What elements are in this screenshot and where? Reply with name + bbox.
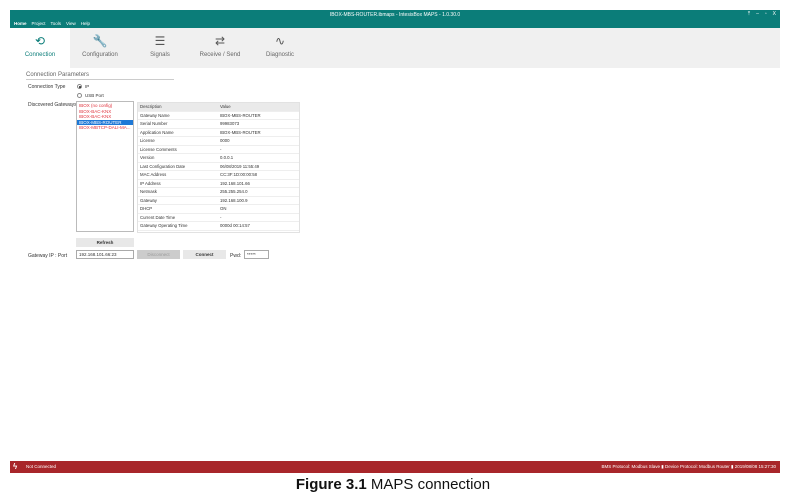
cell-description: License Comments <box>140 146 177 152</box>
connection-type-label: Connection Type <box>28 84 66 90</box>
cell-value: 192.168.100.9 <box>220 197 248 203</box>
tab-label: Connection <box>24 52 56 58</box>
cell-value: IBOX-MBS-ROUTER <box>220 112 261 118</box>
upload-icon[interactable]: ⤒ <box>748 11 750 17</box>
discovered-gateways-label: Discovered Gateways <box>28 102 77 108</box>
table-row: Last Configuration Date 06/08/2019 11:55:… <box>138 163 299 171</box>
cell-value: 255.255.254.0 <box>220 189 248 194</box>
menu-project[interactable]: Project <box>32 21 46 26</box>
tab-diagnostic[interactable]: ∿ Diagnostic <box>250 28 310 68</box>
cell-description: Gateway Operating Time <box>140 223 188 228</box>
figure-caption: Figure 3.1 MAPS connection <box>0 476 786 493</box>
table-row: Version 0.0.0.1 <box>138 154 299 163</box>
wrench-icon: 🔧 <box>92 34 108 48</box>
cell-value: 192.168.101.66 <box>220 180 250 186</box>
cell-value: CC:3F:1D:00:00:58 <box>220 172 258 177</box>
table-row: Gateway Operating Time 0000d 00:14:57 <box>138 222 299 231</box>
cell-description: Gateway Name <box>140 112 170 118</box>
cell-value: ON <box>220 206 227 211</box>
table-row: License Comments - <box>138 146 299 154</box>
menu-view[interactable]: View <box>66 21 76 26</box>
password-label: Pwd: <box>230 253 242 259</box>
table-row: IP Address 192.168.101.66 <box>138 180 299 188</box>
cell-value: - <box>220 214 222 220</box>
title-bar: IBOX-MBS-ROUTER.ibmaps - IntesisBox MAPS… <box>10 10 780 28</box>
password-input[interactable]: ***** <box>244 250 269 259</box>
section-title: Connection Parameters <box>26 72 174 80</box>
cell-description: Current Date Time <box>140 214 176 220</box>
table-row: Netmask 255.255.254.0 <box>138 188 299 197</box>
tab-receive-send[interactable]: ⇄ Receive / Send <box>190 28 250 68</box>
table-header: Description Value <box>138 103 299 112</box>
protocol-status: BMS Protocol: Modbus Slave ▮ Device Prot… <box>601 464 776 469</box>
table-row: Current Date Time - <box>138 214 299 222</box>
refresh-button[interactable]: Refresh <box>76 238 134 247</box>
column-header: Description <box>140 104 162 109</box>
cell-description: Application Name <box>140 129 174 135</box>
maximize-button[interactable]: ▫ <box>765 11 767 17</box>
radio-usb[interactable]: USB Port <box>77 93 104 98</box>
tab-configuration[interactable]: 🔧 Configuration <box>70 28 130 68</box>
cell-description: MAC Address <box>140 172 167 177</box>
table-row: Application Name IBOX-MBS-ROUTER <box>138 129 299 137</box>
radio-label: IP <box>85 84 90 89</box>
cell-description: Version <box>140 155 155 160</box>
cell-description: Serial Number <box>140 121 168 126</box>
cell-description: Last Configuration Date <box>140 163 186 169</box>
column-header: Value <box>220 104 231 109</box>
connection-status: Not Connected <box>26 464 57 469</box>
menu-help[interactable]: Help <box>81 21 90 26</box>
menu-tools[interactable]: Tools <box>51 21 62 26</box>
ribbon-toolbar: ⟲ Connection 🔧 Configuration ☰ Signals ⇄ Rec… <box>10 28 780 68</box>
pulse-icon: ∿ <box>274 34 286 48</box>
tab-connection[interactable]: ⟲ Connection <box>10 28 70 68</box>
radio-label: USB Port <box>85 93 104 98</box>
cell-description: IP Address <box>140 180 161 186</box>
gateway-ip-port-label: Gateway IP : Port <box>28 253 68 259</box>
connect-button[interactable]: Connect <box>183 250 226 259</box>
caption-number: Figure 3.1 <box>295 476 367 493</box>
cell-value: 0000d 00:14:57 <box>220 223 250 228</box>
cell-description: License <box>140 138 155 143</box>
table-row: DHCP ON <box>138 205 299 214</box>
transfer-icon: ⇄ <box>214 34 226 48</box>
tab-label: Signals <box>150 52 170 58</box>
status-bar: ϟ Not Connected BMS Protocol: Modbus Sla… <box>10 461 780 473</box>
app-window: IBOX-MBS-ROUTER.ibmaps - IntesisBox MAPS… <box>10 10 780 473</box>
gateway-list[interactable]: IBOX (no config) IBOX-BAC-KNX IBOX-BAC-K… <box>76 101 134 232</box>
minimize-button[interactable]: – <box>756 11 759 17</box>
cell-description: DHCP <box>140 206 153 211</box>
ip-port-input[interactable]: 192.168.101.66:23 <box>76 250 134 259</box>
table-row: Serial Number 99983073 <box>138 120 299 129</box>
cell-value: 06/08/2019 11:55:49 <box>220 163 260 169</box>
cell-value: IBOX-MBS-ROUTER <box>220 129 261 135</box>
cell-description: Netmask <box>140 189 157 194</box>
cell-description: Gateway <box>140 197 157 203</box>
table-row: License 0000 <box>138 137 299 146</box>
table-row: MAC Address CC:3F:1D:00:00:58 <box>138 171 299 180</box>
disconnect-button[interactable]: Disconnect <box>137 250 180 259</box>
tab-signals[interactable]: ☰ Signals <box>130 28 190 68</box>
cell-value: 0.0.0.1 <box>220 155 234 160</box>
connection-icon: ⟲ <box>34 34 46 48</box>
radio-ip[interactable]: IP <box>77 84 89 89</box>
close-button[interactable]: X <box>773 11 776 17</box>
table-row: Gateway 192.168.100.9 <box>138 197 299 205</box>
cell-value: 0000 <box>220 138 230 143</box>
list-icon: ☰ <box>154 34 166 48</box>
tab-label: Diagnostic <box>265 52 294 58</box>
caption-text: MAPS connection <box>366 476 491 493</box>
cell-value: 99983073 <box>220 121 240 126</box>
tab-label: Configuration <box>82 52 118 58</box>
disconnected-icon: ϟ <box>13 462 18 471</box>
window-title: IBOX-MBS-ROUTER.ibmaps - IntesisBox MAPS… <box>329 12 461 18</box>
cell-value: - <box>220 146 222 152</box>
tab-label: Receive / Send <box>199 52 241 58</box>
list-item[interactable]: IBOX-MBTCP-DALI-MA... <box>77 125 133 131</box>
gateway-info-table: Description Value Gateway Name IBOX-MBS-R… <box>137 102 300 233</box>
table-row: Gateway Name IBOX-MBS-ROUTER <box>138 112 299 120</box>
menu-bar: Home Project Tools View Help <box>14 21 90 26</box>
menu-home[interactable]: Home <box>14 21 27 26</box>
